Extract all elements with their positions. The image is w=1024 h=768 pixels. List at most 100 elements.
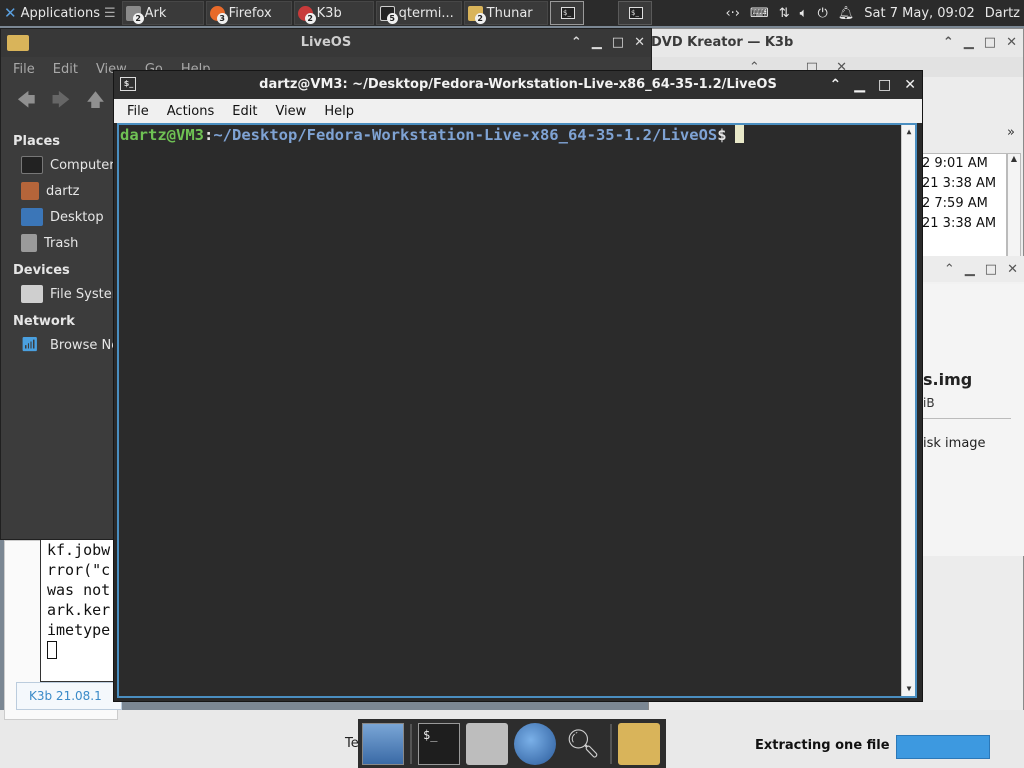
close-icon[interactable]: ✕ (634, 29, 645, 57)
network-heading: Network (13, 314, 75, 329)
task-ark[interactable]: 2 Ark (121, 1, 204, 25)
sidebar-item-desktop[interactable]: Desktop (1, 204, 115, 230)
applications-menu[interactable]: ✕ Applications ☰ (0, 0, 120, 26)
archive-divider (923, 418, 1011, 419)
console-line: kf.jobw (47, 541, 111, 559)
ark-titlebar[interactable]: ⌃ ▁ □ ✕ (921, 256, 1024, 282)
folder-launcher-icon[interactable] (618, 722, 660, 765)
k3b-title: DVD Kreator — K3b (651, 35, 794, 50)
sidebar-item-label: dartz (46, 183, 80, 199)
collapse-icon[interactable]: ⌃ (830, 71, 842, 99)
terminal-launcher-icon[interactable]: $_ (418, 722, 460, 765)
workspace-2[interactable]: $_ (618, 1, 652, 25)
terminal-icon: $_ (120, 77, 136, 91)
task-k3b[interactable]: 2 K3b (293, 1, 374, 25)
keyboard-icon[interactable]: ⌨ (750, 6, 769, 21)
top-panel: ✕ Applications ☰ 2 Ark 3 Firefox 2 K3b 5… (0, 0, 1024, 26)
task-label: Ark (144, 5, 167, 21)
k3b-version-label: K3b 21.08.1 (16, 682, 122, 710)
terminal-titlebar[interactable]: $_ dartz@VM3: ~/Desktop/Fedora-Workstati… (114, 71, 922, 99)
folder-icon (7, 35, 29, 51)
task-firefox[interactable]: 3 Firefox (205, 1, 292, 25)
k3b-window-buttons: ⌃ ▁ □ ✕ (943, 29, 1017, 57)
home-folder-icon[interactable] (466, 722, 508, 765)
menu-edit[interactable]: Edit (53, 62, 78, 77)
console-line: was not (47, 581, 111, 599)
sidebar-item-home[interactable]: dartz (1, 178, 115, 204)
file-list: 2 9:01 AM 21 3:38 AM 2 7:59 AM 21 3:38 A… (921, 153, 1007, 257)
file-time: 2 7:59 AM (922, 196, 988, 211)
sidebar-item-computer[interactable]: Computer (1, 152, 115, 178)
desktop-icon (21, 208, 43, 226)
close-icon[interactable]: ✕ (1007, 262, 1018, 277)
menu-view[interactable]: View (266, 104, 315, 119)
menu-actions[interactable]: Actions (158, 104, 224, 119)
collapse-icon[interactable]: ⌃ (944, 262, 955, 277)
collapse-icon[interactable]: ⌃ (571, 29, 582, 57)
back-arrow-icon[interactable]: 🡄 (17, 88, 36, 118)
toolbar-extend-icon[interactable]: » (1007, 125, 1015, 140)
minimize-icon[interactable]: ▁ (592, 29, 602, 57)
forward-arrow-icon[interactable]: 🡆 (52, 88, 71, 118)
network-arrows-icon[interactable]: ‹·› (725, 6, 740, 21)
up-arrow-icon[interactable]: 🡅 (86, 88, 105, 118)
collapse-icon[interactable]: ⌃ (943, 29, 954, 57)
sidebar-item-filesystem[interactable]: File System (1, 281, 115, 307)
scroll-down-icon[interactable]: ▼ (902, 682, 916, 696)
terminal-scrollbar[interactable]: ▲ ▼ (901, 125, 915, 696)
transfer-icon[interactable]: ⇅ (779, 6, 790, 21)
extract-progress-bar (896, 735, 990, 759)
computer-icon (21, 156, 43, 174)
file-list-scrollbar[interactable]: ▲ (1007, 153, 1021, 257)
terminal-view[interactable]: dartz@VM3:~/Desktop/Fedora-Workstation-L… (117, 123, 917, 698)
thunar-sidebar: Places Computer dartz Desktop Trash Devi… (1, 127, 115, 358)
maximize-icon[interactable]: □ (612, 29, 624, 57)
task-label: qtermi... (398, 5, 454, 21)
menu-help[interactable]: Help (315, 104, 363, 119)
close-icon[interactable]: ✕ (1006, 29, 1017, 57)
task-count: 2 (474, 13, 486, 24)
maximize-icon[interactable]: □ (985, 262, 997, 277)
web-browser-icon[interactable] (514, 722, 556, 765)
workspace-1[interactable]: $_ (550, 1, 584, 25)
maximize-icon[interactable]: □ (984, 29, 996, 57)
search-icon[interactable]: 🔍︎ (562, 723, 604, 765)
volume-icon[interactable]: 🔈︎ (800, 6, 808, 21)
close-icon[interactable]: ✕ (904, 71, 916, 99)
minimize-icon[interactable]: ▁ (964, 29, 974, 57)
minimize-icon[interactable]: ▁ (854, 71, 865, 99)
task-label: K3b (316, 5, 342, 21)
sidebar-item-trash[interactable]: Trash (1, 230, 115, 256)
task-qterminal[interactable]: 5 qtermi... (375, 1, 462, 25)
devices-heading: Devices (13, 263, 70, 278)
dock-separator (610, 723, 612, 764)
prompt-separator: : (204, 126, 214, 144)
console-line: ark.ker (47, 601, 111, 619)
minimize-icon[interactable]: ▁ (965, 262, 975, 277)
k3b-titlebar[interactable]: DVD Kreator — K3b ⌃ ▁ □ ✕ (649, 29, 1023, 57)
notification-bell-icon[interactable]: 🔔︎ (838, 6, 855, 21)
task-thunar[interactable]: 2 Thunar (463, 1, 548, 25)
console-line: rror("c (47, 561, 111, 579)
menu-arrow-icon: ☰ (104, 5, 116, 21)
menu-file[interactable]: File (118, 104, 158, 119)
console-output: kf.jobw rror("c was not ark.ker imetype (40, 540, 120, 682)
xfce-logo-icon: ✕ (4, 4, 17, 22)
maximize-icon[interactable]: □ (878, 71, 891, 99)
prompt-user: dartz@VM3 (120, 126, 204, 144)
places-heading: Places (13, 134, 61, 149)
power-icon[interactable]: ⏻ (817, 6, 827, 21)
scroll-up-icon[interactable]: ▲ (902, 125, 916, 139)
user-name[interactable]: Dartz (985, 6, 1020, 21)
show-desktop-icon[interactable] (362, 722, 404, 765)
qterminal-window: $_ dartz@VM3: ~/Desktop/Fedora-Workstati… (113, 70, 923, 702)
file-time: 21 3:38 AM (922, 216, 997, 231)
ark-window: ⌃ ▁ □ ✕ s.img iB isk image (920, 256, 1024, 556)
thunar-window-buttons: ⌃ ▁ □ ✕ (571, 29, 645, 57)
sidebar-item-browse-network[interactable]: 📶︎ Browse Network (1, 332, 115, 358)
sidebar-item-label: Desktop (50, 209, 104, 225)
thunar-titlebar[interactable]: LiveOS ⌃ ▁ □ ✕ (1, 29, 651, 57)
menu-edit[interactable]: Edit (223, 104, 266, 119)
clock[interactable]: Sat 7 May, 09:02 (864, 6, 974, 21)
menu-file[interactable]: File (13, 62, 35, 77)
